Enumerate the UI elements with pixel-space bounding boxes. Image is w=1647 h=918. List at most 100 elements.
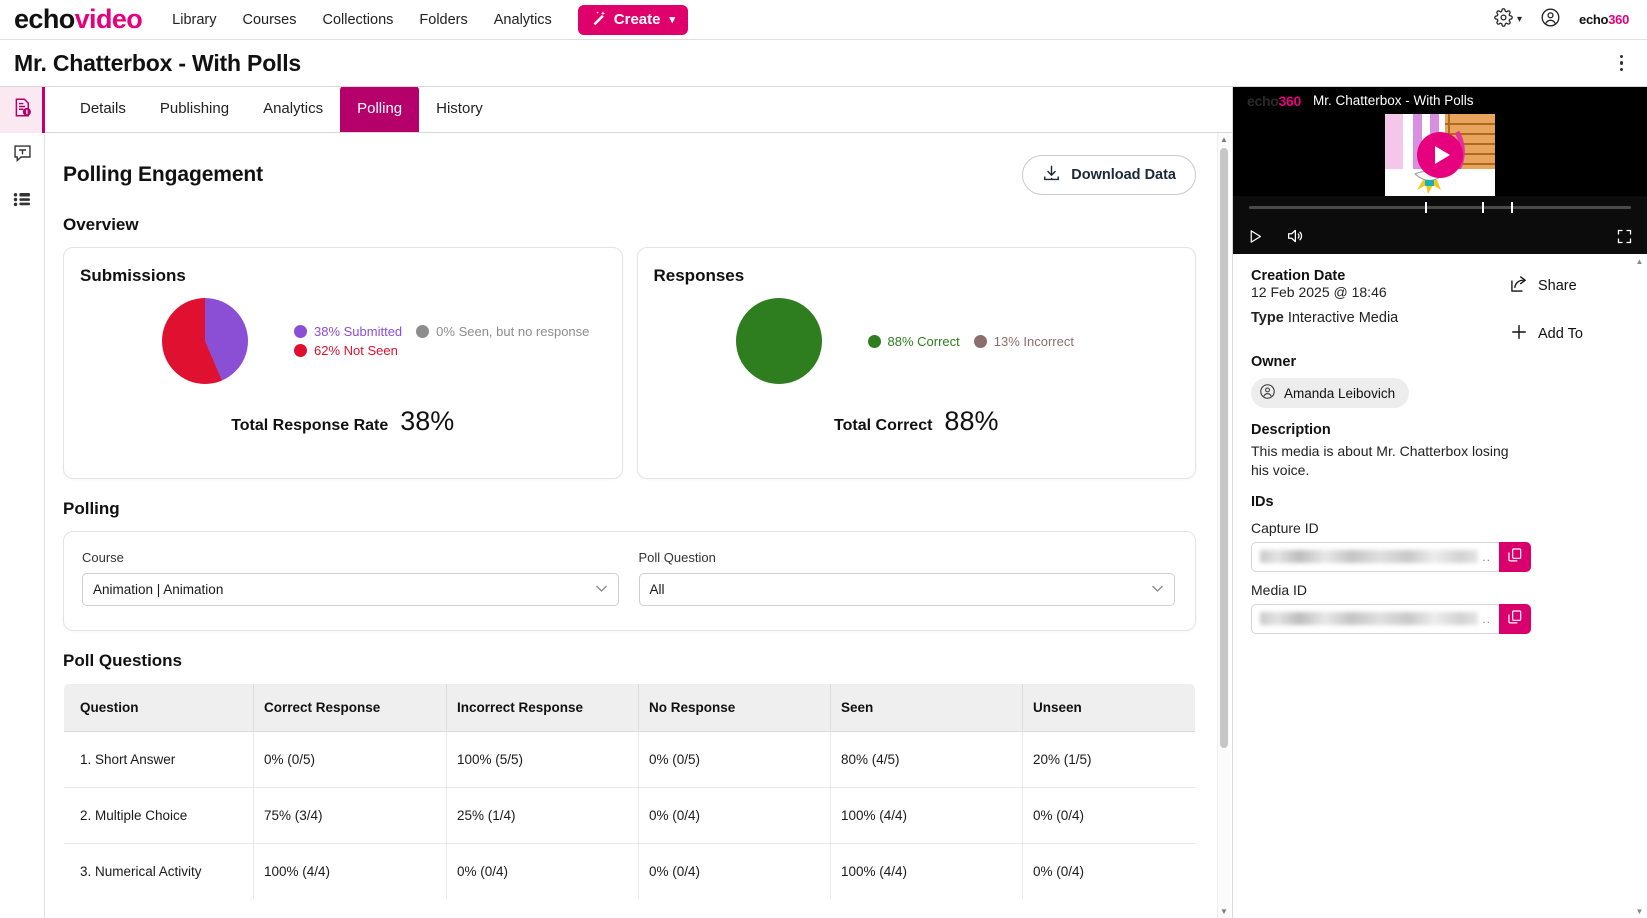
tab-publishing[interactable]: Publishing [143,87,246,132]
play-button-overlay[interactable] [1417,132,1463,178]
tab-details[interactable]: Details [63,87,143,132]
table-body: 1. Short Answer 0% (0/5) 100% (5/5) 0% (… [64,731,1195,899]
player-progress-area[interactable] [1233,196,1647,218]
cell-seen: 100% (4/4) [830,843,1023,899]
table-row[interactable]: 3. Numerical Activity 100% (4/4) 0% (0/4… [64,843,1195,899]
copy-media-id-button[interactable] [1499,603,1531,634]
responses-card-body: 88% Correct 13% Incorrect [654,290,1180,384]
scroll-down-arrow[interactable]: ▼ [1218,905,1230,918]
submissions-pie-chart [162,298,248,384]
add-to-button[interactable]: Add To [1509,322,1629,346]
nav-link-analytics[interactable]: Analytics [494,12,552,28]
details-panel-scrollbar[interactable]: ▲ ▼ [1633,255,1646,918]
scrollbar-thumb[interactable] [1220,148,1228,748]
rail-item-transcript[interactable] [0,133,44,179]
nav-link-courses[interactable]: Courses [242,12,296,28]
chevron-down-icon [595,584,608,596]
gear-icon [1494,7,1513,32]
volume-icon[interactable] [1286,227,1304,245]
column-header-incorrect-response: Incorrect Response [446,684,639,732]
scroll-down-arrow[interactable]: ▼ [1633,905,1646,918]
more-options-button[interactable] [1614,49,1630,78]
page-title: Mr. Chatterbox - With Polls [14,49,302,76]
tab-history[interactable]: History [419,87,500,132]
echo360-logo-echo: echo [1579,12,1609,27]
magic-wand-icon [591,10,607,30]
cell-correct: 0% (0/5) [253,731,447,788]
rail-item-media-info[interactable] [0,87,45,133]
chevron-down-icon: ▾ [669,14,676,26]
poll-marker[interactable] [1510,201,1513,213]
player-title: Mr. Chatterbox - With Polls [1312,93,1474,108]
account-button[interactable] [1540,7,1561,33]
player-stage[interactable] [1233,114,1647,196]
scroll-up-arrow[interactable]: ▲ [1633,255,1646,268]
share-icon [1509,274,1529,298]
column-header-unseen: Unseen [1022,684,1195,732]
chapters-list-icon [12,189,33,215]
media-id-input[interactable]: .. [1251,603,1499,634]
share-label: Share [1538,278,1577,294]
submissions-card: Submissions 38% Submitted 0% Seen, but n… [63,247,623,479]
overview-cards: Submissions 38% Submitted 0% Seen, but n… [63,247,1196,479]
copy-capture-id-button[interactable] [1499,541,1531,572]
responses-legend-row: 88% Correct 13% Incorrect [867,334,1074,349]
player-controls [1233,218,1647,254]
cell-correct: 100% (4/4) [253,843,447,899]
play-icon[interactable] [1247,228,1264,245]
poll-marker[interactable] [1482,201,1485,213]
poll-question-select[interactable]: All [638,573,1175,606]
table-row[interactable]: 2. Multiple Choice 75% (3/4) 25% (1/4) 0… [64,787,1195,844]
owner-chip[interactable]: Amanda Leibovich [1251,378,1410,408]
content-scrollbar[interactable]: ▲ ▼ [1217,133,1230,918]
echo360-logo: echo360 [1579,12,1629,27]
chevron-down-icon: ▾ [1517,14,1523,25]
plus-icon [1509,322,1529,346]
echovideo-logo[interactable]: echovideo [14,4,143,35]
table-row[interactable]: 1. Short Answer 0% (0/5) 100% (5/5) 0% (… [64,731,1195,788]
player-logo-360: 360 [1278,92,1301,109]
kebab-dot [1619,67,1623,72]
player-header: echo360 Mr. Chatterbox - With Polls [1233,87,1647,114]
rail-item-chapters[interactable] [0,179,44,225]
echo360-logo-360: 360 [1608,12,1629,27]
submissions-legend-row: 38% Submitted 0% Seen, but no response 6… [294,324,594,358]
poll-marker[interactable] [1424,201,1427,213]
legend-color-dot [416,325,430,338]
media-id-label: Media ID [1251,581,1308,598]
description-value: This media is about Mr. Chatterbox losin… [1251,443,1509,478]
description-label: Description [1251,422,1331,438]
course-select[interactable]: Animation | Animation [82,573,619,606]
cell-no-response: 0% (0/4) [638,787,831,844]
capture-id-input[interactable]: .. [1251,541,1499,572]
add-to-label: Add To [1538,326,1583,342]
legend-item-correct: 88% Correct [867,334,960,349]
legend-color-dot [973,334,987,348]
nav-link-folders[interactable]: Folders [419,12,467,28]
settings-menu-button[interactable]: ▾ [1494,7,1523,32]
player-progress-bar[interactable] [1249,201,1631,213]
total-correct-label: Total Correct [834,417,933,434]
tab-polling[interactable]: Polling [340,87,420,132]
nav-link-collections[interactable]: Collections [322,12,393,28]
poll-questions-table: Question Correct Response Incorrect Resp… [63,683,1196,900]
description-block: Description This media is about Mr. Chat… [1251,422,1629,480]
nav-link-library[interactable]: Library [172,12,216,28]
play-triangle-icon [1434,146,1450,164]
media-metadata: Creation Date 12 Feb 2025 @ 18:46 Type I… [1233,254,1647,918]
download-data-button[interactable]: Download Data [1022,155,1196,195]
course-select-value: Animation | Animation [93,582,224,597]
fullscreen-icon[interactable] [1616,228,1633,245]
center-content-column: Details Publishing Analytics Polling His… [45,87,1232,918]
main-layout: Details Publishing Analytics Polling His… [0,87,1647,918]
media-info-icon [12,97,33,123]
creation-date-label: Creation Date [1251,268,1346,284]
share-button[interactable]: Share [1509,274,1629,298]
submissions-total: Total Response Rate 38% [80,406,606,437]
copy-icon [1507,609,1523,628]
tab-analytics[interactable]: Analytics [246,87,340,132]
submissions-legend: 38% Submitted 0% Seen, but no response 6… [294,324,594,358]
legend-item-seen-no-response: 0% Seen, but no response [416,324,589,339]
scroll-up-arrow[interactable]: ▲ [1218,133,1230,146]
create-button[interactable]: Create ▾ [577,4,689,35]
